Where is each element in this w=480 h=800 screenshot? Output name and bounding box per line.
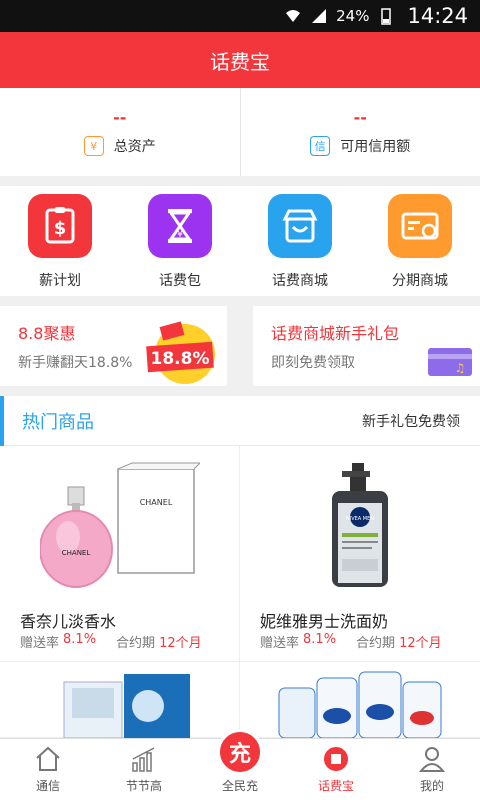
tab-huafeibao[interactable]: 话费宝 bbox=[288, 739, 384, 800]
app-bar: 话费宝 bbox=[0, 32, 480, 88]
tab-label: 话费宝 bbox=[317, 779, 354, 793]
term-value: 12个月 bbox=[159, 636, 202, 651]
bar-chart-icon bbox=[130, 745, 158, 773]
tab-jiejiegao[interactable]: 节节高 bbox=[96, 739, 192, 800]
quick-item-phone-package[interactable]: ¥ 话费包 bbox=[120, 186, 240, 296]
hot-products-header: 热门商品 新手礼包免费领 bbox=[0, 395, 480, 446]
product-name: 香奈儿淡香水 bbox=[20, 612, 117, 631]
tab-quanminchong[interactable]: 充 全民充 bbox=[192, 729, 288, 800]
svg-text:$: $ bbox=[54, 218, 67, 239]
money-card-icon: $ bbox=[28, 194, 92, 258]
promo-badge-text: 18.8% bbox=[151, 349, 210, 369]
tab-label: 节节高 bbox=[125, 779, 162, 793]
battery-icon bbox=[381, 8, 392, 25]
total-assets-value: -- bbox=[113, 108, 127, 127]
promo-subtitle: 即刻免费领取 bbox=[271, 355, 355, 371]
perfume-image: CHANEL CHANEL bbox=[20, 458, 220, 594]
available-credit-label: 可用信用额 bbox=[340, 139, 411, 155]
available-credit[interactable]: -- 信 可用信用额 bbox=[239, 88, 480, 176]
svg-text:♫: ♫ bbox=[455, 361, 466, 375]
hourglass-icon: ¥ bbox=[148, 194, 212, 258]
product-name: 妮维雅男士洗面奶 bbox=[260, 612, 389, 631]
cleanser-image: NIVEA MEN bbox=[260, 458, 460, 594]
clock: 14:24 bbox=[407, 4, 468, 28]
product-card[interactable]: CHANEL CHANEL 香奈儿淡香水 赠送率 8.1% 合约期 12个月 bbox=[0, 446, 240, 662]
yuan-icon: ¥ bbox=[83, 136, 104, 156]
signal-icon bbox=[312, 9, 327, 23]
quick-label-installment-mall: 分期商城 bbox=[392, 273, 448, 289]
promo-mall-gift[interactable]: 话费商城新手礼包 即刻免费领取 ♫ bbox=[253, 306, 480, 386]
term-label: 合约期 bbox=[116, 636, 156, 651]
promo-row: 8.8聚惠 新手赚翻天18.8% 18.8% 话费商城新手礼包 即刻免费领取 ♫ bbox=[0, 306, 480, 386]
bottle-brand-text: CHANEL bbox=[62, 549, 91, 557]
total-assets-label: 总资产 bbox=[113, 139, 156, 155]
newbie-gift-link[interactable]: 新手礼包免费领 bbox=[362, 411, 460, 431]
rate-label: 赠送率 bbox=[20, 636, 60, 651]
promo-title: 8.8聚惠 bbox=[18, 324, 76, 343]
store-icon bbox=[268, 194, 332, 258]
rate-label: 赠送率 bbox=[260, 636, 300, 651]
tab-label: 我的 bbox=[419, 779, 444, 793]
product-card[interactable]: NIVEA MEN 妮维雅男士洗面奶 赠送率 8.1% 合约期 12个月 bbox=[240, 446, 480, 662]
promo-badge-icon: 18.8% bbox=[145, 320, 221, 390]
assets-panel: -- ¥ 总资产 -- 信 可用信用额 bbox=[0, 88, 480, 176]
product-card[interactable] bbox=[0, 662, 240, 738]
svg-text:¥: ¥ bbox=[177, 230, 183, 240]
battery-percent: 24% bbox=[336, 7, 370, 25]
term-value: 12个月 bbox=[399, 636, 442, 651]
quick-label-phone-mall: 话费商城 bbox=[272, 273, 328, 289]
term-label: 合约期 bbox=[356, 636, 396, 651]
status-bar: 24% 14:24 bbox=[0, 0, 480, 32]
promo-subtitle: 新手赚翻天18.8% bbox=[18, 355, 133, 371]
wifi-icon bbox=[286, 10, 301, 22]
tab-label: 全民充 bbox=[221, 779, 258, 793]
record-icon bbox=[322, 745, 350, 773]
quick-label-salary-plan: 薪计划 bbox=[39, 273, 81, 289]
rate-value: 8.1% bbox=[63, 632, 97, 647]
quick-item-installment-mall[interactable]: 分期商城 bbox=[360, 186, 480, 296]
box-brand-text: CHANEL bbox=[140, 498, 173, 507]
skincare-image bbox=[20, 668, 220, 738]
shampoo-image bbox=[260, 668, 460, 738]
section-accent-bar bbox=[0, 395, 4, 446]
quick-item-phone-mall[interactable]: 话费商城 bbox=[240, 186, 360, 296]
bottom-tab-bar: 通信 节节高 充 全民充 话费宝 我的 bbox=[0, 729, 480, 800]
recharge-icon: 充 bbox=[217, 729, 263, 775]
total-assets[interactable]: -- ¥ 总资产 bbox=[0, 88, 240, 176]
credit-icon: 信 bbox=[310, 136, 331, 156]
tab-mine[interactable]: 我的 bbox=[384, 739, 480, 800]
promo-88-deal[interactable]: 8.8聚惠 新手赚翻天18.8% 18.8% bbox=[0, 306, 227, 386]
gift-card-icon: ♫ bbox=[426, 346, 474, 382]
page-title: 话费宝 bbox=[210, 49, 270, 74]
promo-title: 话费商城新手礼包 bbox=[271, 324, 400, 343]
home-icon bbox=[34, 745, 62, 773]
available-credit-value: -- bbox=[353, 108, 367, 127]
cleanser-brand-text: NIVEA MEN bbox=[346, 516, 374, 522]
product-grid: CHANEL CHANEL 香奈儿淡香水 赠送率 8.1% 合约期 12个月 N… bbox=[0, 446, 480, 738]
tab-label: 通信 bbox=[35, 779, 60, 793]
hot-products-title: 热门商品 bbox=[22, 411, 94, 433]
user-icon bbox=[418, 745, 446, 773]
quick-label-phone-package: 话费包 bbox=[159, 273, 201, 289]
quick-item-salary-plan[interactable]: $ 薪计划 bbox=[0, 186, 120, 296]
rate-value: 8.1% bbox=[303, 632, 337, 647]
product-card[interactable] bbox=[240, 662, 480, 738]
credit-card-icon bbox=[388, 194, 452, 258]
quick-menu: $ 薪计划 ¥ 话费包 话费商城 分期商城 bbox=[0, 186, 480, 296]
tab-communication[interactable]: 通信 bbox=[0, 739, 96, 800]
